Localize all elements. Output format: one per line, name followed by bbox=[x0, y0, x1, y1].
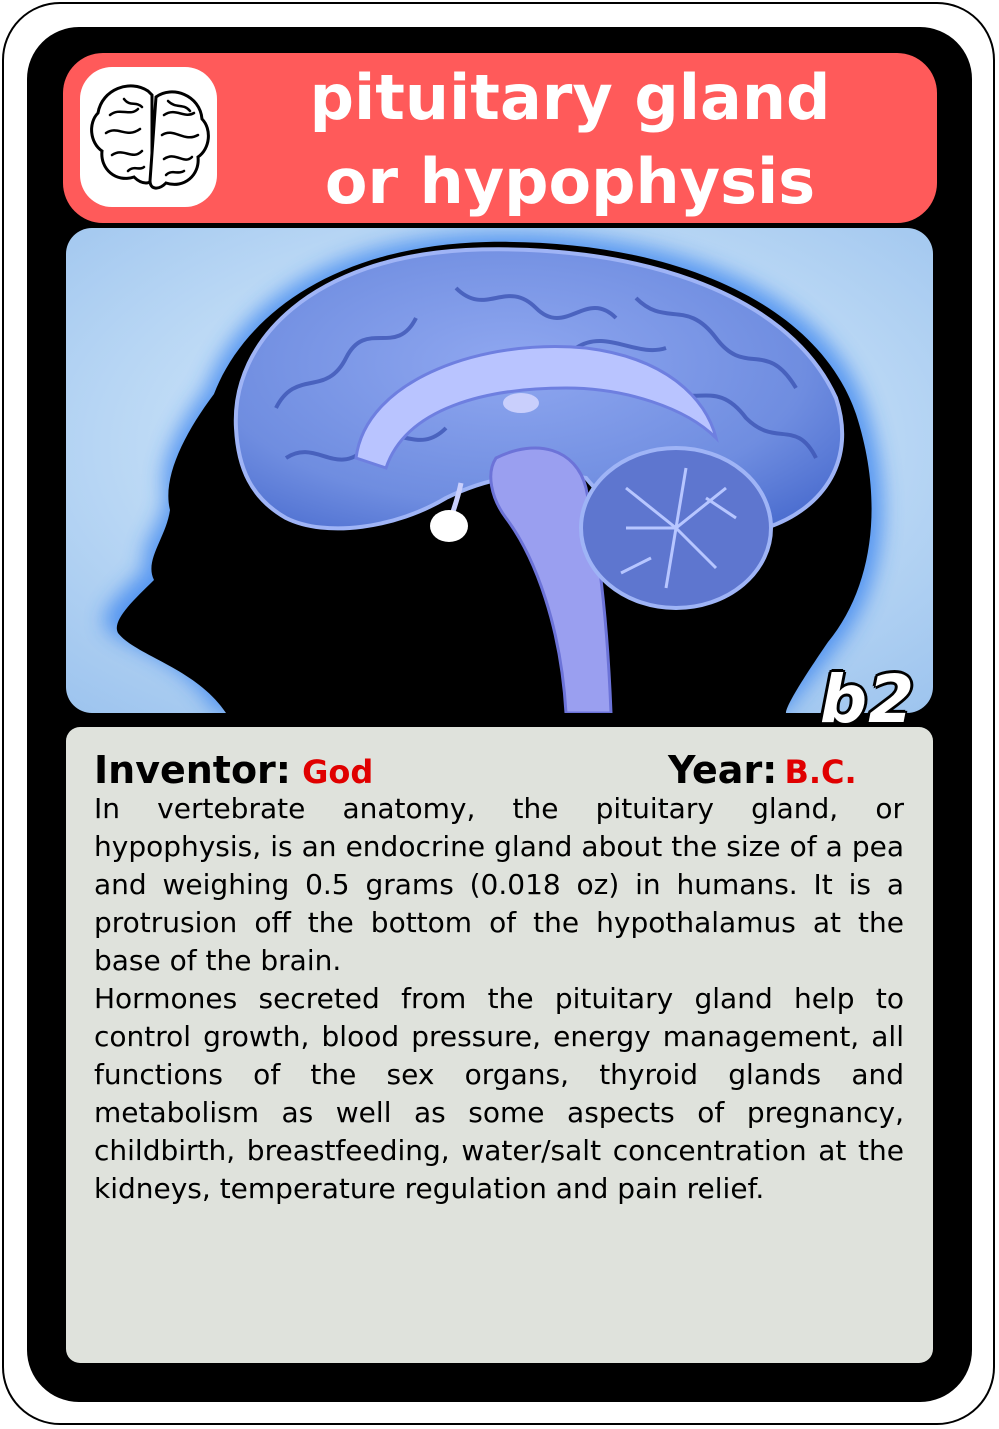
inventor-value: God bbox=[302, 753, 374, 791]
year-value: B.C. bbox=[784, 753, 857, 791]
brain-illustration bbox=[66, 228, 933, 713]
card-title: pituitary gland or hypophysis bbox=[220, 56, 920, 224]
card-description: In vertebrate anatomy, the pituitary gla… bbox=[94, 790, 904, 1208]
inventor-row: Inventor: God bbox=[94, 748, 373, 792]
description-paragraph-2: Hormones secreted from the pituitary gla… bbox=[94, 982, 904, 1205]
year-row: Year: B.C. bbox=[668, 748, 857, 792]
description-paragraph-1: In vertebrate anatomy, the pituitary gla… bbox=[94, 792, 904, 977]
year-label: Year: bbox=[668, 748, 778, 792]
brain-icon bbox=[90, 84, 210, 190]
card-title-line1: pituitary gland bbox=[309, 61, 831, 134]
card-title-line2: or hypophysis bbox=[324, 145, 816, 218]
brain-illustration-svg bbox=[66, 228, 933, 713]
inventor-label: Inventor: bbox=[94, 748, 291, 792]
category-logo bbox=[80, 67, 217, 207]
